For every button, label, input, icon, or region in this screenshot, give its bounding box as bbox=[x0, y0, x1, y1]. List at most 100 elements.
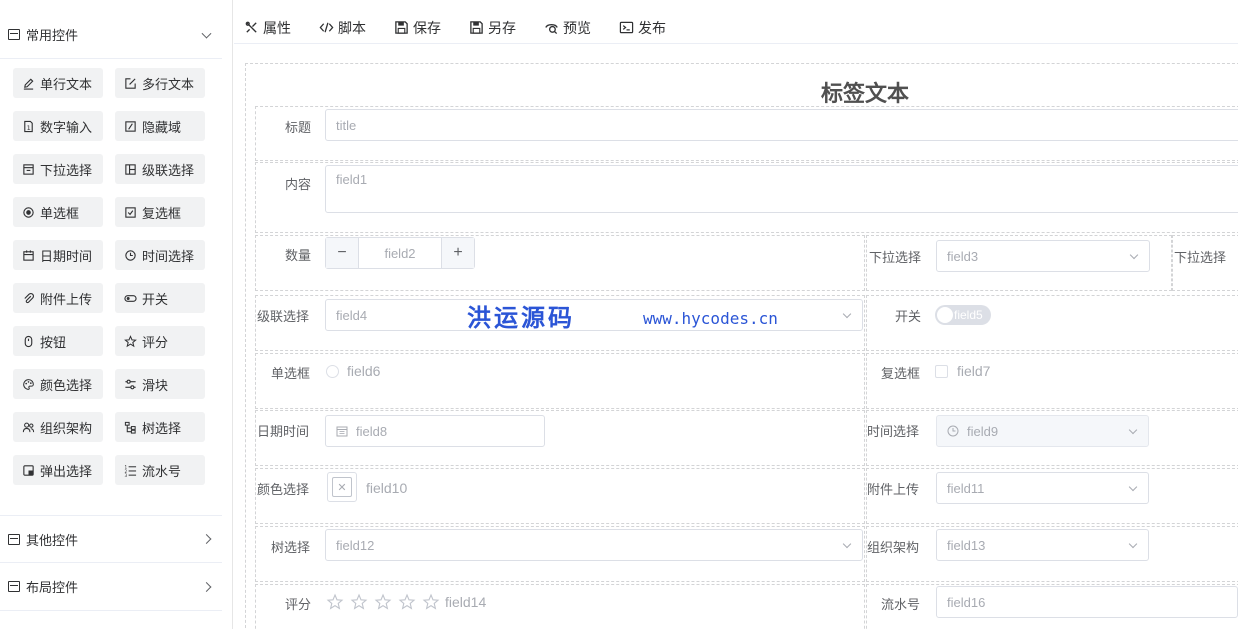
comp-slider[interactable]: 滑块 bbox=[115, 369, 205, 399]
comp-cascader[interactable]: 级联选择 bbox=[115, 154, 205, 184]
comp-rate[interactable]: 评分 bbox=[115, 326, 205, 356]
field-label-color: 颜色选择 bbox=[257, 482, 310, 497]
star-icon[interactable] bbox=[422, 593, 440, 611]
comp-color-picker[interactable]: 颜色选择 bbox=[13, 369, 103, 399]
input-placeholder: field13 bbox=[947, 537, 986, 553]
popup-icon bbox=[22, 464, 35, 477]
button-label: 预览 bbox=[563, 19, 591, 36]
upload-select[interactable]: field11 bbox=[936, 472, 1149, 504]
save-button[interactable]: 保存 bbox=[394, 18, 441, 38]
chevron-down-icon bbox=[201, 28, 212, 39]
comp-datetime[interactable]: 日期时间 bbox=[13, 240, 103, 270]
comp-popup-select[interactable]: 弹出选择 bbox=[13, 455, 103, 485]
quantity-stepper[interactable]: − field2 + bbox=[325, 237, 475, 269]
comp-serial-number[interactable]: 123 流水号 bbox=[115, 455, 205, 485]
svg-text:1: 1 bbox=[27, 123, 31, 131]
publish-button[interactable]: 发布 bbox=[619, 18, 666, 38]
toggle-switch[interactable]: field5 bbox=[935, 305, 991, 325]
comp-switch[interactable]: 开关 bbox=[115, 283, 205, 313]
comp-time-select[interactable]: 时间选择 bbox=[115, 240, 205, 270]
switch-knob bbox=[937, 307, 953, 323]
decrement-button[interactable]: − bbox=[326, 238, 359, 268]
checkbox-square bbox=[935, 364, 948, 378]
input-placeholder: field11 bbox=[947, 480, 985, 496]
comp-label: 开关 bbox=[142, 291, 169, 307]
checkbox-option[interactable]: field7 bbox=[935, 363, 990, 379]
datetime-picker[interactable]: field8 bbox=[325, 415, 545, 447]
properties-button[interactable]: 属性 bbox=[244, 18, 291, 38]
field-cell-checkbox[interactable] bbox=[866, 353, 1238, 409]
preview-button[interactable]: 预览 bbox=[544, 18, 591, 38]
comp-button[interactable]: 按钮 bbox=[13, 326, 103, 356]
tree-select[interactable]: field12 bbox=[325, 529, 863, 561]
field-label-select: 下拉选择 bbox=[869, 250, 922, 265]
preview-icon bbox=[544, 20, 559, 35]
tree-icon bbox=[124, 421, 137, 434]
textarea-icon bbox=[124, 77, 137, 90]
field-label-tree: 树选择 bbox=[271, 540, 311, 555]
field-label-time: 时间选择 bbox=[867, 424, 920, 439]
comp-label: 按钮 bbox=[40, 334, 67, 350]
group-layout-controls[interactable]: 布局控件 bbox=[0, 563, 222, 611]
select-icon bbox=[22, 163, 35, 176]
field-cell-radio[interactable] bbox=[255, 353, 865, 409]
group-label: 常用控件 bbox=[26, 28, 79, 43]
field-label-select-2: 下拉选择 bbox=[1174, 250, 1227, 265]
content-textarea[interactable]: field1 bbox=[325, 165, 1238, 213]
input-placeholder: field4 bbox=[336, 307, 368, 323]
title-input[interactable]: title bbox=[325, 109, 1238, 141]
color-picker[interactable]: ✕ bbox=[327, 472, 357, 502]
star-rating[interactable]: field14 bbox=[326, 593, 486, 611]
button-label: 保存 bbox=[413, 19, 441, 36]
group-other-controls[interactable]: 其他控件 bbox=[0, 515, 222, 563]
chevron-down-icon bbox=[842, 309, 852, 319]
calendar-icon bbox=[336, 425, 348, 437]
comp-multi-line-text[interactable]: 多行文本 bbox=[115, 68, 205, 98]
dropdown-select[interactable]: field3 bbox=[936, 240, 1150, 272]
comp-organization[interactable]: 组织架构 bbox=[13, 412, 103, 442]
comp-label: 单选框 bbox=[40, 205, 80, 221]
group-common-controls[interactable]: 常用控件 bbox=[0, 11, 222, 59]
comp-radio[interactable]: 单选框 bbox=[13, 197, 103, 227]
field-cell-switch[interactable] bbox=[866, 295, 1238, 351]
comp-hidden-field[interactable]: 隐藏域 bbox=[115, 111, 205, 141]
input-placeholder: field12 bbox=[336, 537, 375, 553]
comp-label: 附件上传 bbox=[40, 291, 93, 307]
comp-label: 隐藏域 bbox=[142, 119, 182, 135]
comp-file-upload[interactable]: 附件上传 bbox=[13, 283, 103, 313]
form-title: 标签文本 bbox=[820, 81, 909, 106]
input-placeholder: field3 bbox=[947, 248, 979, 264]
star-icon[interactable] bbox=[326, 593, 344, 611]
comp-checkbox[interactable]: 复选框 bbox=[115, 197, 205, 227]
field-label-content: 内容 bbox=[285, 177, 312, 192]
field-label-quantity: 数量 bbox=[285, 248, 312, 263]
comp-tree-select[interactable]: 树选择 bbox=[115, 412, 205, 442]
save-as-icon bbox=[469, 20, 484, 35]
edit-icon bbox=[22, 77, 35, 90]
input-placeholder: field16 bbox=[947, 594, 986, 610]
switch-icon bbox=[124, 292, 137, 305]
button-label: 另存 bbox=[488, 19, 516, 36]
radio-option[interactable]: field6 bbox=[326, 363, 380, 379]
watermark-brand: 洪运源码 bbox=[467, 303, 575, 332]
radio-label: field6 bbox=[347, 363, 381, 379]
save-as-button[interactable]: 另存 bbox=[469, 18, 516, 38]
comp-single-line-text[interactable]: 单行文本 bbox=[13, 68, 103, 98]
star-icon[interactable] bbox=[350, 593, 368, 611]
color-value: field10 bbox=[366, 480, 408, 496]
comp-number-input[interactable]: 1 数字输入 bbox=[13, 111, 103, 141]
increment-button[interactable]: + bbox=[441, 238, 474, 268]
switch-text: field5 bbox=[954, 308, 983, 322]
field-label-title: 标题 bbox=[285, 120, 312, 135]
comp-label: 数字输入 bbox=[40, 119, 93, 135]
script-button[interactable]: 脚本 bbox=[319, 18, 366, 38]
org-select[interactable]: field13 bbox=[936, 529, 1149, 561]
input-placeholder: field1 bbox=[336, 172, 368, 187]
time-picker[interactable]: field9 bbox=[936, 415, 1149, 447]
serial-input[interactable]: field16 bbox=[936, 586, 1238, 618]
comp-label: 日期时间 bbox=[40, 248, 93, 264]
cascader-select[interactable]: field4 bbox=[325, 299, 863, 331]
star-icon[interactable] bbox=[398, 593, 416, 611]
star-icon[interactable] bbox=[374, 593, 392, 611]
comp-dropdown-select[interactable]: 下拉选择 bbox=[13, 154, 103, 184]
